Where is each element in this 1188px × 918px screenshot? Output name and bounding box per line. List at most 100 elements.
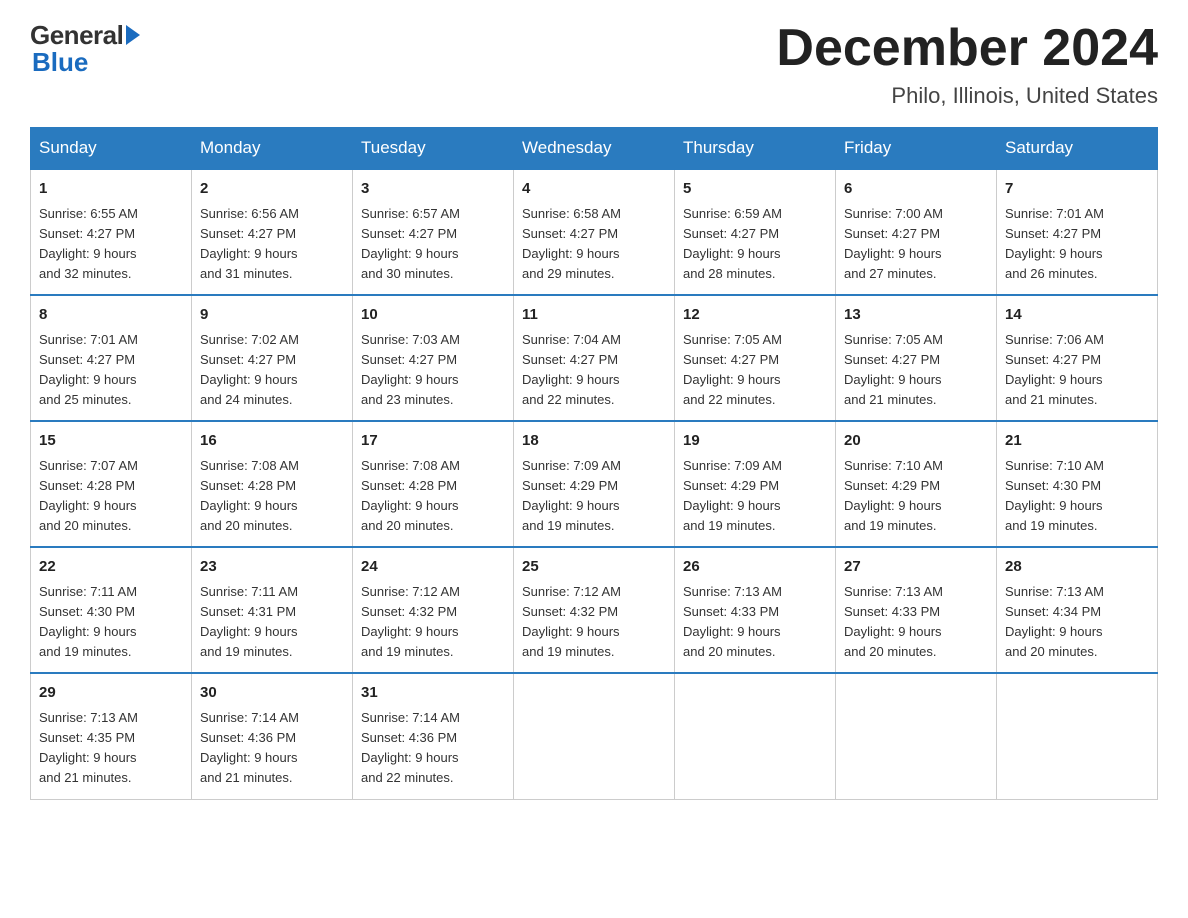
day-number: 21: [1005, 430, 1149, 453]
day-info: Sunrise: 7:13 AMSunset: 4:34 PMDaylight:…: [1005, 582, 1149, 663]
logo: General Blue: [30, 20, 140, 78]
day-number: 7: [1005, 178, 1149, 201]
day-info: Sunrise: 7:12 AMSunset: 4:32 PMDaylight:…: [361, 582, 505, 663]
day-number: 12: [683, 304, 827, 327]
day-number: 6: [844, 178, 988, 201]
calendar-cell: 14Sunrise: 7:06 AMSunset: 4:27 PMDayligh…: [997, 295, 1158, 421]
day-number: 27: [844, 556, 988, 579]
page-header: General Blue December 2024 Philo, Illino…: [30, 20, 1158, 109]
day-number: 13: [844, 304, 988, 327]
calendar-cell: 24Sunrise: 7:12 AMSunset: 4:32 PMDayligh…: [353, 547, 514, 673]
calendar-cell: 15Sunrise: 7:07 AMSunset: 4:28 PMDayligh…: [31, 421, 192, 547]
day-info: Sunrise: 7:09 AMSunset: 4:29 PMDaylight:…: [683, 456, 827, 537]
month-title: December 2024: [776, 20, 1158, 77]
calendar-cell: 1 Sunrise: 6:55 AMSunset: 4:27 PMDaylight…: [31, 169, 192, 295]
day-number: 28: [1005, 556, 1149, 579]
day-number: 11: [522, 304, 666, 327]
calendar-cell: 17 Sunrise: 7:08 AMSunset: 4:28 PMDayligh…: [353, 421, 514, 547]
day-info: Sunrise: 7:08 AMSunset: 4:28 PMDaylight:…: [361, 456, 505, 537]
calendar-cell: 26Sunrise: 7:13 AMSunset: 4:33 PMDayligh…: [675, 547, 836, 673]
calendar-cell: 6 Sunrise: 7:00 AMSunset: 4:27 PMDaylight…: [836, 169, 997, 295]
logo-arrow-icon: [126, 25, 140, 45]
calendar-cell: 7 Sunrise: 7:01 AMSunset: 4:27 PMDaylight…: [997, 169, 1158, 295]
title-area: December 2024 Philo, Illinois, United St…: [776, 20, 1158, 109]
day-info: Sunrise: 7:02 AMSunset: 4:27 PMDaylight:…: [200, 330, 344, 411]
day-number: 3: [361, 178, 505, 201]
day-info: Sunrise: 7:14 AMSunset: 4:36 PMDaylight:…: [200, 708, 344, 789]
week-row-4: 22 Sunrise: 7:11 AMSunset: 4:30 PMDayligh…: [31, 547, 1158, 673]
calendar-cell: 9Sunrise: 7:02 AMSunset: 4:27 PMDaylight…: [192, 295, 353, 421]
day-number: 8: [39, 304, 183, 327]
day-number: 16: [200, 430, 344, 453]
day-info: Sunrise: 7:10 AMSunset: 4:29 PMDaylight:…: [844, 456, 988, 537]
day-number: 22: [39, 556, 183, 579]
day-info: Sunrise: 6:58 AMSunset: 4:27 PMDaylight:…: [522, 204, 666, 285]
calendar-cell: 2Sunrise: 6:56 AMSunset: 4:27 PMDaylight…: [192, 169, 353, 295]
calendar-cell: 10 Sunrise: 7:03 AMSunset: 4:27 PMDayligh…: [353, 295, 514, 421]
calendar-cell: 4 Sunrise: 6:58 AMSunset: 4:27 PMDaylight…: [514, 169, 675, 295]
calendar-cell: 27Sunrise: 7:13 AMSunset: 4:33 PMDayligh…: [836, 547, 997, 673]
calendar-cell: 25 Sunrise: 7:12 AMSunset: 4:32 PMDayligh…: [514, 547, 675, 673]
header-cell-saturday: Saturday: [997, 128, 1158, 170]
day-info: Sunrise: 6:59 AMSunset: 4:27 PMDaylight:…: [683, 204, 827, 285]
calendar-cell: 23Sunrise: 7:11 AMSunset: 4:31 PMDayligh…: [192, 547, 353, 673]
day-number: 29: [39, 682, 183, 705]
calendar-cell: [997, 673, 1158, 799]
calendar-cell: [675, 673, 836, 799]
day-info: Sunrise: 7:05 AMSunset: 4:27 PMDaylight:…: [844, 330, 988, 411]
day-info: Sunrise: 7:13 AMSunset: 4:35 PMDaylight:…: [39, 708, 183, 789]
day-number: 26: [683, 556, 827, 579]
calendar-cell: 22 Sunrise: 7:11 AMSunset: 4:30 PMDayligh…: [31, 547, 192, 673]
calendar-cell: 16Sunrise: 7:08 AMSunset: 4:28 PMDayligh…: [192, 421, 353, 547]
calendar-body: 1 Sunrise: 6:55 AMSunset: 4:27 PMDaylight…: [31, 169, 1158, 799]
calendar-table: SundayMondayTuesdayWednesdayThursdayFrid…: [30, 127, 1158, 799]
day-info: Sunrise: 7:10 AMSunset: 4:30 PMDaylight:…: [1005, 456, 1149, 537]
calendar-cell: 18Sunrise: 7:09 AMSunset: 4:29 PMDayligh…: [514, 421, 675, 547]
week-row-1: 1 Sunrise: 6:55 AMSunset: 4:27 PMDaylight…: [31, 169, 1158, 295]
header-cell-wednesday: Wednesday: [514, 128, 675, 170]
calendar-cell: 8 Sunrise: 7:01 AMSunset: 4:27 PMDaylight…: [31, 295, 192, 421]
day-number: 19: [683, 430, 827, 453]
day-number: 30: [200, 682, 344, 705]
day-info: Sunrise: 7:05 AMSunset: 4:27 PMDaylight:…: [683, 330, 827, 411]
day-number: 5: [683, 178, 827, 201]
calendar-cell: 12 Sunrise: 7:05 AMSunset: 4:27 PMDayligh…: [675, 295, 836, 421]
day-number: 25: [522, 556, 666, 579]
day-number: 17: [361, 430, 505, 453]
header-cell-friday: Friday: [836, 128, 997, 170]
day-info: Sunrise: 7:12 AMSunset: 4:32 PMDaylight:…: [522, 582, 666, 663]
calendar-cell: [836, 673, 997, 799]
day-info: Sunrise: 7:07 AMSunset: 4:28 PMDaylight:…: [39, 456, 183, 537]
logo-blue-text: Blue: [32, 47, 88, 78]
calendar-cell: 5 Sunrise: 6:59 AMSunset: 4:27 PMDaylight…: [675, 169, 836, 295]
header-cell-monday: Monday: [192, 128, 353, 170]
calendar-cell: 19 Sunrise: 7:09 AMSunset: 4:29 PMDayligh…: [675, 421, 836, 547]
calendar-cell: 20 Sunrise: 7:10 AMSunset: 4:29 PMDayligh…: [836, 421, 997, 547]
calendar-cell: 21 Sunrise: 7:10 AMSunset: 4:30 PMDayligh…: [997, 421, 1158, 547]
calendar-cell: 3Sunrise: 6:57 AMSunset: 4:27 PMDaylight…: [353, 169, 514, 295]
location-title: Philo, Illinois, United States: [776, 83, 1158, 109]
day-info: Sunrise: 7:04 AMSunset: 4:27 PMDaylight:…: [522, 330, 666, 411]
day-info: Sunrise: 7:00 AMSunset: 4:27 PMDaylight:…: [844, 204, 988, 285]
day-info: Sunrise: 6:55 AMSunset: 4:27 PMDaylight:…: [39, 204, 183, 285]
day-number: 31: [361, 682, 505, 705]
day-info: Sunrise: 7:03 AMSunset: 4:27 PMDaylight:…: [361, 330, 505, 411]
day-info: Sunrise: 7:09 AMSunset: 4:29 PMDaylight:…: [522, 456, 666, 537]
week-row-2: 8 Sunrise: 7:01 AMSunset: 4:27 PMDaylight…: [31, 295, 1158, 421]
day-info: Sunrise: 7:01 AMSunset: 4:27 PMDaylight:…: [39, 330, 183, 411]
calendar-cell: 31Sunrise: 7:14 AMSunset: 4:36 PMDayligh…: [353, 673, 514, 799]
day-number: 10: [361, 304, 505, 327]
day-info: Sunrise: 7:11 AMSunset: 4:31 PMDaylight:…: [200, 582, 344, 663]
header-cell-sunday: Sunday: [31, 128, 192, 170]
day-info: Sunrise: 6:56 AMSunset: 4:27 PMDaylight:…: [200, 204, 344, 285]
header-row: SundayMondayTuesdayWednesdayThursdayFrid…: [31, 128, 1158, 170]
calendar-cell: 11 Sunrise: 7:04 AMSunset: 4:27 PMDayligh…: [514, 295, 675, 421]
day-info: Sunrise: 7:11 AMSunset: 4:30 PMDaylight:…: [39, 582, 183, 663]
day-number: 4: [522, 178, 666, 201]
day-number: 1: [39, 178, 183, 201]
header-cell-tuesday: Tuesday: [353, 128, 514, 170]
calendar-cell: 28 Sunrise: 7:13 AMSunset: 4:34 PMDayligh…: [997, 547, 1158, 673]
day-info: Sunrise: 7:01 AMSunset: 4:27 PMDaylight:…: [1005, 204, 1149, 285]
day-number: 20: [844, 430, 988, 453]
calendar-cell: 13 Sunrise: 7:05 AMSunset: 4:27 PMDayligh…: [836, 295, 997, 421]
